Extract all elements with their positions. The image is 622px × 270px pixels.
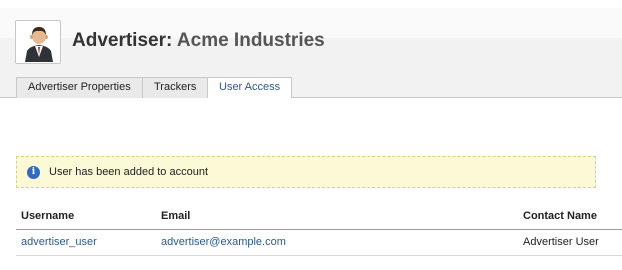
table-row-divider xyxy=(16,255,622,256)
info-icon: i xyxy=(27,166,40,179)
username-link[interactable]: advertiser_user xyxy=(21,236,97,248)
page-title-advertiser-name: Acme Industries xyxy=(176,30,325,51)
advertiser-avatar xyxy=(15,20,61,64)
notice-message: User has been added to account xyxy=(49,166,209,178)
table-header-divider xyxy=(16,229,622,230)
email-link[interactable]: advertiser@example.com xyxy=(161,236,286,248)
tab-advertiser-properties[interactable]: Advertiser Properties xyxy=(16,77,143,98)
tab-trackers[interactable]: Trackers xyxy=(142,77,209,98)
person-suit-icon xyxy=(25,27,53,62)
success-notice: i User has been added to account xyxy=(16,156,596,188)
tab-user-access[interactable]: User Access xyxy=(207,77,293,99)
column-header-email[interactable]: Email xyxy=(161,210,190,222)
page-title-prefix: Advertiser: xyxy=(72,30,173,51)
page-header: Advertiser: Acme Industries xyxy=(0,0,622,64)
column-header-username[interactable]: Username xyxy=(21,210,74,222)
column-header-contact-name[interactable]: Contact Name xyxy=(523,210,597,222)
contact-name-cell: Advertiser User xyxy=(523,236,599,248)
page-title: Advertiser: Acme Industries xyxy=(72,30,325,52)
